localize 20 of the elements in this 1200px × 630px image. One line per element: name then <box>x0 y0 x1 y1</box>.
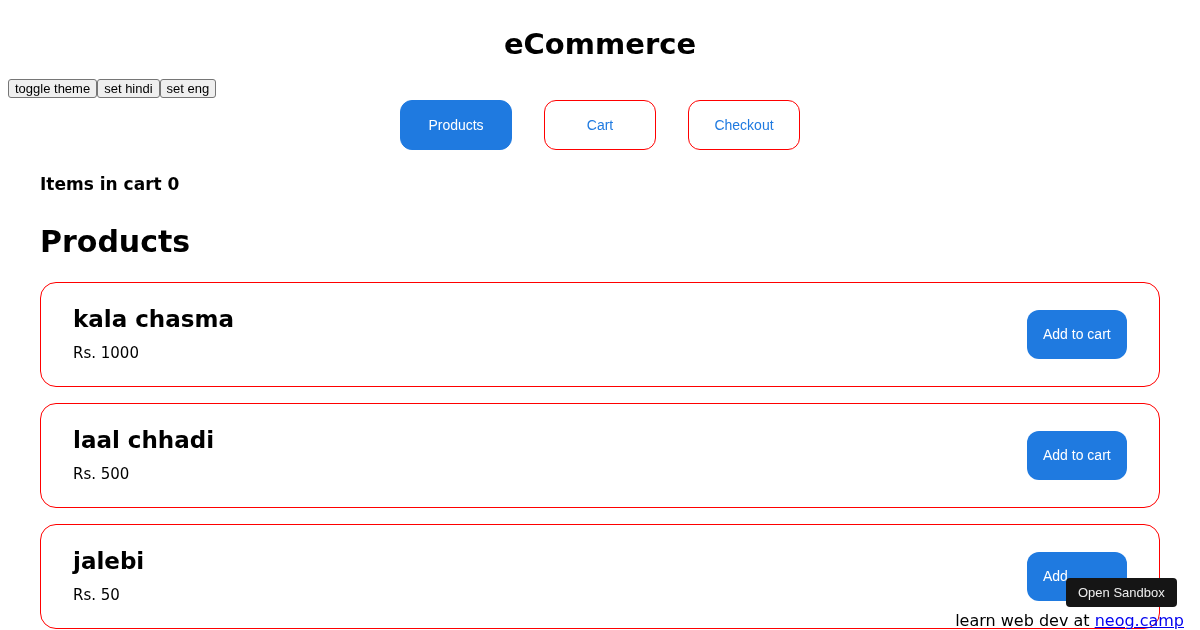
utility-button[interactable]: set hindi <box>97 79 160 98</box>
product-name: jalebi <box>73 546 145 576</box>
page-title: eCommerce <box>502 26 698 62</box>
utility-button[interactable]: set eng <box>159 79 217 98</box>
nav-tab[interactable]: Cart <box>544 100 656 150</box>
nav-tab[interactable]: Products <box>400 100 512 150</box>
utility-button[interactable]: toggle theme <box>8 79 98 98</box>
footer-link[interactable]: neog.camp <box>1094 611 1184 630</box>
product-price: Rs. 500 <box>73 463 131 485</box>
nav-tab[interactable]: Checkout <box>688 100 800 150</box>
add-to-cart-button[interactable]: Add to cart <box>1027 430 1127 480</box>
products-heading: Products <box>40 223 192 260</box>
product-name: kala chasma <box>73 304 234 334</box>
product-name: laal chhadi <box>73 425 215 455</box>
open-sandbox-tooltip[interactable]: Open Sandbox <box>1066 578 1177 607</box>
footer-text: learn web dev at <box>955 611 1090 630</box>
add-to-cart-button[interactable]: Add to cart <box>1027 309 1127 359</box>
cart-count: Items in cart 0 <box>40 173 181 196</box>
product-price: Rs. 1000 <box>73 342 140 364</box>
product-price: Rs. 50 <box>73 584 121 606</box>
